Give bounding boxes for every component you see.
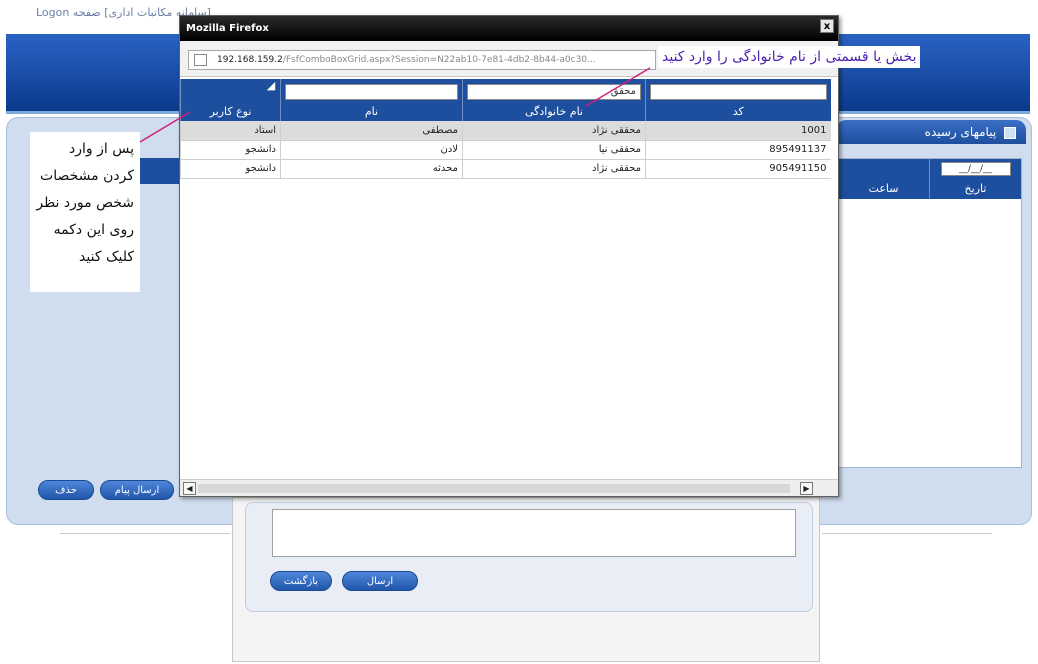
close-icon[interactable]: x [820,19,834,33]
select-button-hint: پس از وارد کردن مشخصات شخص مورد نظر روی … [30,132,140,292]
horizontal-scrollbar[interactable]: ◀ ▶ [180,479,838,496]
send-button[interactable]: ارسال [342,571,418,591]
grid-col-name: نام [280,79,463,121]
grid-col-family-label: نام خانوادگی [525,105,583,118]
url-path: /FsfComboBoxGrid.aspx?Session=N22ab10-7e… [282,55,596,65]
left-list-header [140,158,182,184]
popup-window: Mozilla Firefox x 192.168.159.2/FsfCombo… [179,15,839,497]
url-host: 192.168.159.2 [217,55,283,65]
url-field[interactable]: 192.168.159.2/FsfComboBoxGrid.aspx?Sessi… [188,50,656,70]
popup-title: Mozilla Firefox [186,23,269,34]
inbox-table: ساعت __/__/__ تاریخ [836,158,1022,468]
inbox-col-date-label: تاریخ [964,182,987,195]
grid-col-name-label: نام [364,105,379,118]
cell-type: دانشجو [180,140,281,160]
grid-col-type: ◢ نوع کاربر [180,79,281,121]
scroll-right-icon[interactable]: ▶ [800,482,813,495]
date-filter-input[interactable]: __/__/__ [940,162,1011,176]
compose-area: بازگشت ارسال [232,497,820,662]
compose-inner-panel: بازگشت ارسال [245,502,813,612]
inbox-table-header: ساعت __/__/__ تاریخ [837,159,1021,199]
scroll-track[interactable] [198,484,790,493]
inbox-col-date[interactable]: __/__/__ تاریخ [929,159,1021,199]
inbox-col-time-label: ساعت [868,182,899,195]
cell-code: 905491150 [645,159,831,179]
user-grid: کد محقق نام خانوادگی نام ◢ نوع کاربر 100… [180,79,831,179]
panel-title: پیامهای رسیده [925,125,1016,139]
back-button[interactable]: بازگشت [270,571,332,591]
grid-header-row: کد محقق نام خانوادگی نام ◢ نوع کاربر [180,79,831,121]
code-filter-input[interactable] [650,84,827,100]
cell-family: محققی نیا [462,140,646,160]
name-filter-input[interactable] [285,84,458,100]
cell-type: استاد [180,121,281,141]
popup-titlebar: Mozilla Firefox x [180,16,838,41]
divider-left [60,533,230,534]
panel-title-label: پیامهای رسیده [924,125,997,139]
cell-name: لادن [280,140,463,160]
inbox-icon [1004,126,1016,139]
message-body-textarea[interactable] [272,509,796,557]
cell-code: 1001 [645,121,831,141]
family-filter-hint: بخش یا قسمتی از نام خانوادگی را وارد کنی… [658,46,921,68]
send-message-button[interactable]: ارسال پیام [100,480,174,500]
combo-grid-area: کد محقق نام خانوادگی نام ◢ نوع کاربر 100… [180,79,838,477]
cell-code: 895491137 [645,140,831,160]
grid-col-family: محقق نام خانوادگی [462,79,646,121]
page-icon [194,54,207,66]
inbox-col-time[interactable]: ساعت [837,159,929,199]
table-row[interactable]: 1001 محققی نژاد مصطفی استاد [180,121,831,141]
grid-col-code-label: کد [732,105,744,118]
grid-col-type-label: نوع کاربر [209,105,252,118]
divider-right [822,533,992,534]
cell-family: محققی نژاد [462,159,646,179]
scroll-left-icon[interactable]: ◀ [183,482,196,495]
cell-name: مصطفی [280,121,463,141]
cell-name: محدثه [280,159,463,179]
family-filter-input[interactable]: محقق [467,84,641,100]
cell-family: محققی نژاد [462,121,646,141]
search-cursor-icon[interactable]: ◢ [266,79,276,92]
grid-col-code: کد [645,79,831,121]
delete-button[interactable]: حذف [38,480,94,500]
table-row[interactable]: 895491137 محققی نیا لادن دانشجو [180,140,831,160]
table-row[interactable]: 905491150 محققی نژاد محدثه دانشجو [180,159,831,179]
cell-type: دانشجو [180,159,281,179]
